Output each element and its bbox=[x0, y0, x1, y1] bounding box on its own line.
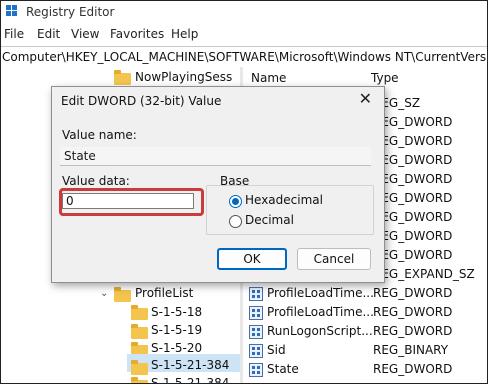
value-type: REG_DWORD bbox=[373, 362, 453, 376]
tree-item-s-1-5-21[interactable]: S-1-5-21-384 bbox=[151, 376, 229, 383]
value-type: REG_EXPAND_SZ bbox=[373, 267, 475, 281]
folder-icon bbox=[131, 360, 148, 375]
window-title: Registry Editor bbox=[26, 5, 115, 19]
registry-editor-window: Registry Editor File Edit View Favorites… bbox=[0, 0, 488, 384]
column-header-name[interactable]: Name bbox=[251, 71, 286, 85]
menu-bar: File Edit View Favorites Help bbox=[1, 26, 487, 44]
value-data-label: Value data: bbox=[62, 174, 130, 188]
registry-editor-icon bbox=[6, 5, 19, 18]
decimal-radio[interactable] bbox=[229, 215, 242, 228]
address-bar[interactable]: Computer\HKEY_LOCAL_MACHINE\SOFTWARE\Mic… bbox=[1, 46, 487, 68]
value-type: REG_DWORD bbox=[373, 324, 453, 338]
tree-item-s-1-5-21-selected[interactable]: S-1-5-21-384 bbox=[151, 358, 229, 372]
folder-icon bbox=[131, 324, 148, 339]
value-name: Sid bbox=[267, 343, 286, 357]
folder-icon bbox=[131, 377, 148, 383]
address-path: Computer\HKEY_LOCAL_MACHINE\SOFTWARE\Mic… bbox=[2, 50, 488, 64]
decimal-label[interactable]: Decimal bbox=[245, 213, 294, 227]
value-name-label: Value name: bbox=[62, 128, 137, 142]
value-name: ProfileLoadTime... bbox=[267, 305, 374, 319]
value-type: REG_BINARY bbox=[373, 343, 449, 357]
reg-dword-icon bbox=[249, 306, 263, 320]
dialog-title: Edit DWORD (32-bit) Value bbox=[61, 94, 222, 108]
close-icon[interactable]: ✕ bbox=[359, 89, 372, 108]
ok-button[interactable]: OK bbox=[217, 248, 287, 270]
folder-icon bbox=[114, 287, 131, 302]
menu-edit[interactable]: Edit bbox=[37, 27, 60, 41]
tree-item-profilelist[interactable]: ProfileList bbox=[135, 286, 193, 300]
title-bar: Registry Editor bbox=[1, 1, 487, 23]
chevron-down-icon[interactable]: ⌄ bbox=[100, 288, 108, 299]
hexadecimal-radio[interactable] bbox=[229, 195, 242, 208]
value-name: RunLogonScript... bbox=[267, 324, 373, 338]
cancel-button[interactable]: Cancel bbox=[297, 248, 371, 270]
value-name: ProfileLoadTime... bbox=[267, 286, 374, 300]
value-name-field: State bbox=[60, 147, 371, 166]
tree-item-nowplayingsess[interactable]: NowPlayingSess bbox=[135, 70, 232, 84]
value-name-text: State bbox=[64, 149, 96, 163]
menu-help[interactable]: Help bbox=[171, 27, 198, 41]
reg-dword-icon bbox=[249, 363, 263, 377]
folder-icon bbox=[114, 70, 131, 85]
hexadecimal-label[interactable]: Hexadecimal bbox=[245, 193, 323, 207]
menu-view[interactable]: View bbox=[71, 27, 99, 41]
menu-file[interactable]: File bbox=[4, 27, 24, 41]
menu-favorites[interactable]: Favorites bbox=[110, 27, 164, 41]
value-data-highlight bbox=[59, 188, 204, 216]
edit-dword-dialog: Edit DWORD (32-bit) Value ✕ Value name: … bbox=[51, 86, 385, 283]
column-header-type[interactable]: Type bbox=[371, 71, 399, 85]
folder-icon bbox=[131, 305, 148, 320]
reg-dword-icon bbox=[249, 325, 263, 339]
tree-item-s-1-5-20[interactable]: S-1-5-20 bbox=[151, 341, 202, 355]
reg-dword-icon bbox=[249, 287, 263, 301]
value-type: REG_DWORD bbox=[373, 286, 453, 300]
reg-binary-icon bbox=[249, 344, 263, 358]
base-group: Hexadecimal Decimal bbox=[206, 185, 374, 235]
tree-item-s-1-5-18[interactable]: S-1-5-18 bbox=[151, 305, 202, 319]
value-type: REG_DWORD bbox=[373, 305, 453, 319]
value-name: State bbox=[267, 362, 299, 376]
tree-item-s-1-5-19[interactable]: S-1-5-19 bbox=[151, 323, 202, 337]
